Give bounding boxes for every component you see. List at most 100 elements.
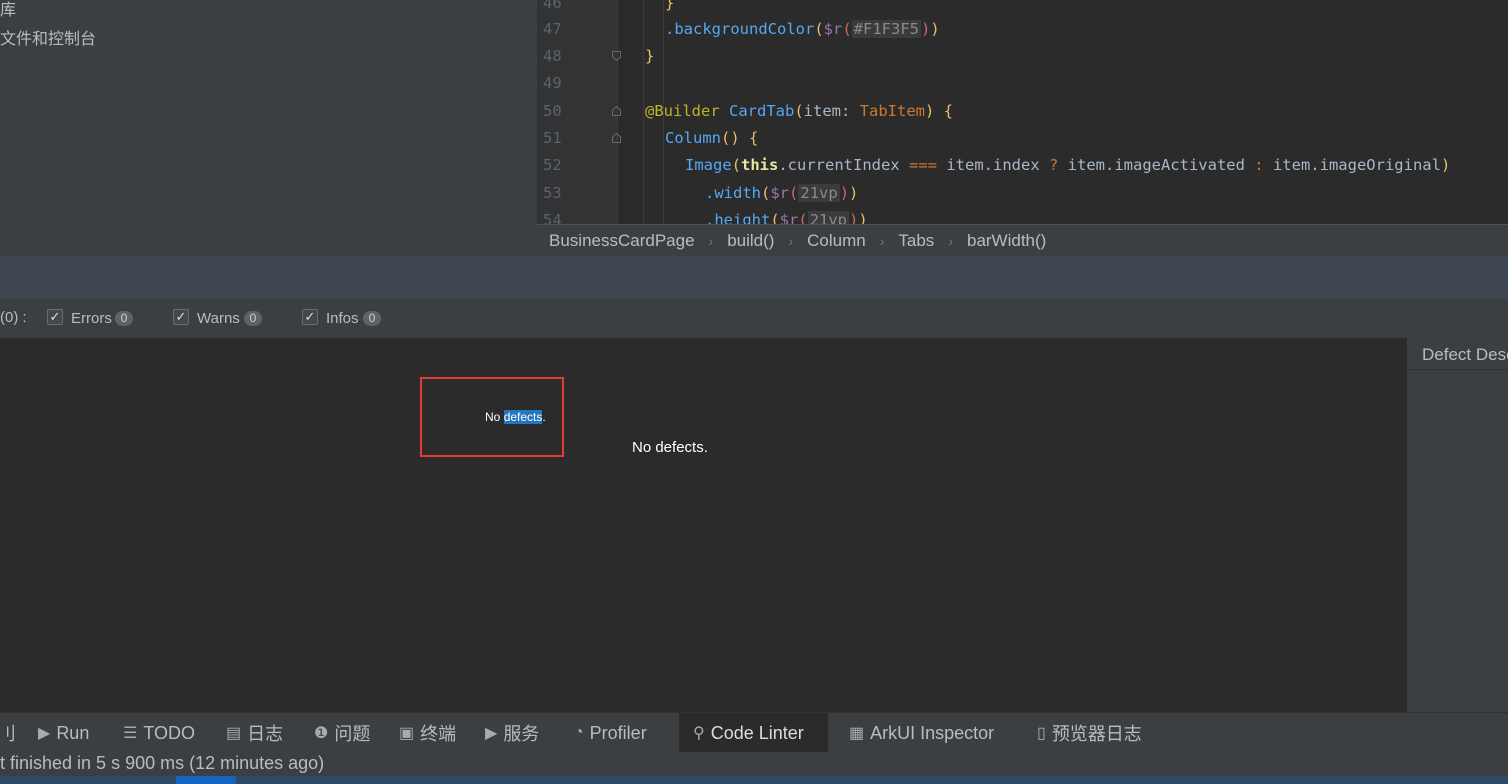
code-linter-icon: ⚲ xyxy=(693,725,705,742)
tab-label: 预览器日志 xyxy=(1051,724,1142,744)
code-token: $r xyxy=(779,211,799,224)
code-token: 21vp xyxy=(798,184,840,202)
previewer-log-icon: ▯ xyxy=(1037,725,1046,742)
tab-code-linter[interactable]: ⚲ Code Linter xyxy=(679,713,828,753)
run-icon: ▶ xyxy=(38,725,51,742)
line-number: 47 xyxy=(543,20,562,38)
log-icon: ▤ xyxy=(226,725,242,742)
divider xyxy=(1407,369,1508,370)
code-token: ? xyxy=(1048,156,1059,174)
chevron-right-icon: › xyxy=(879,232,885,249)
code-token: .backgroundColor xyxy=(665,20,815,38)
errors-checkbox[interactable]: ✓ xyxy=(47,309,63,325)
project-item-files-console[interactable]: 文件和控制台 xyxy=(0,25,96,49)
code-editor[interactable]: 46 } 47 .backgroundColor($r(#F1F3F5)) 48… xyxy=(537,0,1508,224)
fold-start-icon[interactable] xyxy=(612,106,621,116)
tab-services[interactable]: ▶ 服务 xyxy=(485,713,539,753)
services-icon: ▶ xyxy=(485,725,498,742)
no-defects-message: No defects. xyxy=(632,439,708,456)
line-number: 51 xyxy=(543,129,562,147)
problems-icon: ❶ xyxy=(314,725,329,742)
code-token: Column xyxy=(665,129,721,147)
tab-label: Code Linter xyxy=(710,722,804,743)
code-token: .width xyxy=(705,184,761,202)
line-number: 54 xyxy=(543,211,562,224)
tab-label: 问题 xyxy=(334,724,371,744)
line-number: 46 xyxy=(543,0,562,12)
code-line: 54 .height($r(21vp)) xyxy=(537,207,1508,224)
defect-total: (0) : xyxy=(0,309,27,326)
tool-window-header xyxy=(0,256,1508,299)
code-token: @Builder xyxy=(645,102,720,120)
results-panel: No defects. No defects. xyxy=(0,338,1406,712)
project-panel: 库 文件和控制台 xyxy=(0,0,537,256)
chevron-right-icon: › xyxy=(708,232,714,249)
tab-profiler[interactable]: ◔ Profiler xyxy=(574,713,647,753)
warns-label: Warns xyxy=(197,310,240,327)
chevron-right-icon: › xyxy=(788,232,794,249)
tab-label: 日志 xyxy=(247,724,284,744)
infos-checkbox[interactable]: ✓ xyxy=(302,309,318,325)
tab-terminal[interactable]: ▣ 终端 xyxy=(399,713,456,753)
tab-arkui-inspector[interactable]: ▦ ArkUI Inspector xyxy=(849,713,994,753)
tab-label: 服务 xyxy=(503,724,540,744)
tab-label: 刂 xyxy=(0,724,16,744)
errors-label: Errors xyxy=(71,310,112,327)
tab-problems[interactable]: ❶ 问题 xyxy=(314,713,370,753)
code-text: } xyxy=(665,0,675,12)
code-token: item.imageActivated xyxy=(1058,156,1255,174)
code-token: .height xyxy=(705,211,771,224)
code-token: this xyxy=(741,156,779,174)
breadcrumb-item[interactable]: build() xyxy=(727,231,774,251)
code-line: 46 } xyxy=(537,0,1508,17)
tab-label: 终端 xyxy=(420,724,457,744)
code-line: 49 xyxy=(537,70,1508,97)
code-token: TabItem xyxy=(859,102,925,120)
selected-word: defects xyxy=(503,410,543,424)
breadcrumb: BusinessCardPage › build() › Column › Ta… xyxy=(537,224,1508,256)
tab-partial[interactable]: 刂 xyxy=(0,713,16,753)
tab-log[interactable]: ▤ 日志 xyxy=(226,713,283,753)
tab-label: Profiler xyxy=(589,722,647,743)
line-number: 53 xyxy=(543,184,562,202)
code-token: item.index xyxy=(937,156,1049,174)
code-token: Image xyxy=(685,156,732,174)
breadcrumb-item[interactable]: barWidth() xyxy=(967,231,1046,251)
warns-checkbox[interactable]: ✓ xyxy=(173,309,189,325)
status-accent xyxy=(176,776,236,784)
code-line: 48 } xyxy=(537,43,1508,70)
line-number: 49 xyxy=(543,74,562,92)
project-item-library[interactable]: 库 xyxy=(0,0,16,20)
infos-label: Infos xyxy=(326,310,359,327)
tool-window-tabs: 刂 ▶ Run ☰ TODO ▤ 日志 ❶ 问题 ▣ 终端 ▶ 服务 ◔ Pro… xyxy=(0,712,1508,753)
todo-icon: ☰ xyxy=(123,725,138,742)
tab-previewer-log[interactable]: ▯ 预览器日志 xyxy=(1037,713,1142,753)
terminal-icon: ▣ xyxy=(399,725,415,742)
code-token: #F1F3F5 xyxy=(851,20,921,38)
code-token: .currentIndex xyxy=(778,156,909,174)
line-number: 48 xyxy=(543,47,562,65)
status-message: t finished in 5 s 900 ms (12 minutes ago… xyxy=(0,753,325,773)
tab-label: TODO xyxy=(143,722,196,743)
breadcrumb-item[interactable]: Tabs xyxy=(898,231,934,251)
defect-description-panel: Defect Description xyxy=(1406,338,1508,712)
code-token: CardTab xyxy=(729,102,795,120)
snippet-prefix: No xyxy=(485,410,504,424)
line-number: 52 xyxy=(543,156,562,174)
tab-run[interactable]: ▶ Run xyxy=(38,713,89,753)
breadcrumb-item[interactable]: Column xyxy=(807,231,866,251)
tab-todo[interactable]: ☰ TODO xyxy=(123,713,195,753)
code-line: 50 @Builder CardTab(item: TabItem) { xyxy=(537,98,1508,125)
warns-count-badge: 0 xyxy=(244,311,262,326)
status-bar: t finished in 5 s 900 ms (12 minutes ago… xyxy=(0,752,1508,784)
fold-start-icon[interactable] xyxy=(612,133,621,143)
code-token: === xyxy=(909,156,937,174)
code-token: $r xyxy=(770,184,790,202)
breadcrumb-item[interactable]: BusinessCardPage xyxy=(549,231,695,251)
infos-count-badge: 0 xyxy=(363,311,381,326)
tab-label: ArkUI Inspector xyxy=(870,722,995,743)
inspector-icon: ▦ xyxy=(849,725,865,742)
fold-end-icon[interactable] xyxy=(612,51,621,61)
no-defects-snippet: No defects. xyxy=(485,410,546,424)
code-text: } xyxy=(645,47,655,65)
